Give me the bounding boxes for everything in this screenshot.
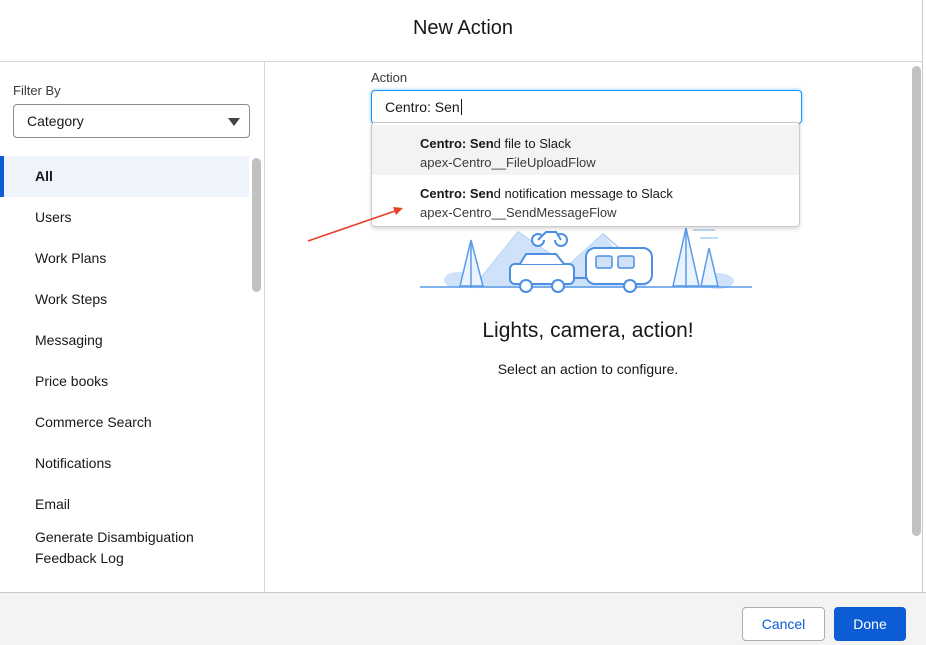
option-match-text: Centro: Sen (420, 136, 494, 151)
action-search-input[interactable]: Centro: Sen (371, 90, 802, 124)
modal-footer: Cancel Done (0, 592, 926, 645)
option-title: Centro: Send file to Slack (420, 136, 571, 151)
category-label: Work Steps (35, 291, 108, 307)
category-label: Messaging (35, 332, 103, 348)
option-api-name: apex-Centro__SendMessageFlow (420, 205, 617, 220)
category-label: Commerce Search (35, 414, 152, 430)
empty-state-illustration (420, 227, 752, 293)
category-label: Work Plans (35, 250, 107, 266)
category-item-work-steps[interactable]: Work Steps (0, 279, 249, 320)
category-label: Price books (35, 373, 109, 389)
action-option-file-upload[interactable]: Centro: Send file to Slack apex-Centro__… (372, 125, 799, 175)
window-edge (922, 0, 926, 645)
done-button[interactable]: Done (834, 607, 906, 641)
category-item-all[interactable]: All (0, 156, 249, 197)
action-search-value: Centro: Sen (385, 99, 462, 115)
category-item-messaging[interactable]: Messaging (0, 320, 249, 361)
modal-header: New Action (0, 0, 926, 62)
category-label: Generate Disambiguation Feedback Log (35, 529, 194, 566)
modal-title: New Action (412, 17, 514, 39)
category-label: Notifications (35, 455, 112, 471)
filter-selected-value: Category (27, 113, 84, 129)
category-label: Users (35, 209, 72, 225)
annotation-arrow (307, 207, 403, 242)
category-item-notifications[interactable]: Notifications (0, 443, 249, 484)
main-scrollbar[interactable] (912, 66, 921, 536)
option-rest-text: d notification message to Slack (493, 186, 673, 201)
action-search-text: Centro: Sen (385, 99, 460, 115)
category-item-generate-disambiguation-feedback-log[interactable]: Generate Disambiguation Feedback Log (0, 525, 249, 583)
category-label: Email (35, 496, 71, 512)
text-cursor (460, 99, 462, 115)
action-suggestions-dropdown: Centro: Send file to Slack apex-Centro__… (371, 122, 800, 227)
cancel-button[interactable]: Cancel (742, 607, 825, 641)
action-option-send-message[interactable]: Centro: Send notification message to Sla… (372, 175, 799, 225)
category-item-price-books[interactable]: Price books (0, 361, 249, 402)
category-list: All Users Work Plans Work Steps Messagin… (0, 156, 249, 583)
category-label: All (35, 168, 53, 184)
category-item-commerce-search[interactable]: Commerce Search (0, 402, 249, 443)
option-rest-text: d file to Slack (493, 136, 571, 151)
empty-state-subtitle: Select an action to configure. (497, 361, 679, 377)
category-item-email[interactable]: Email (0, 484, 249, 525)
option-match-text: Centro: Sen (420, 186, 494, 201)
option-api-name: apex-Centro__FileUploadFlow (420, 155, 596, 170)
option-title: Centro: Send notification message to Sla… (420, 186, 673, 201)
filter-panel: Filter By Category All Users Work Plans … (0, 62, 265, 592)
action-field-label: Action (371, 70, 408, 85)
empty-state-title: Lights, camera, action! (482, 319, 694, 342)
category-item-work-plans[interactable]: Work Plans (0, 238, 249, 279)
category-item-users[interactable]: Users (0, 197, 249, 238)
caret-down-icon (228, 118, 240, 126)
filter-category-select[interactable]: Category (13, 104, 250, 138)
filter-by-label: Filter By (13, 83, 61, 98)
category-list-scrollbar[interactable] (252, 158, 261, 292)
